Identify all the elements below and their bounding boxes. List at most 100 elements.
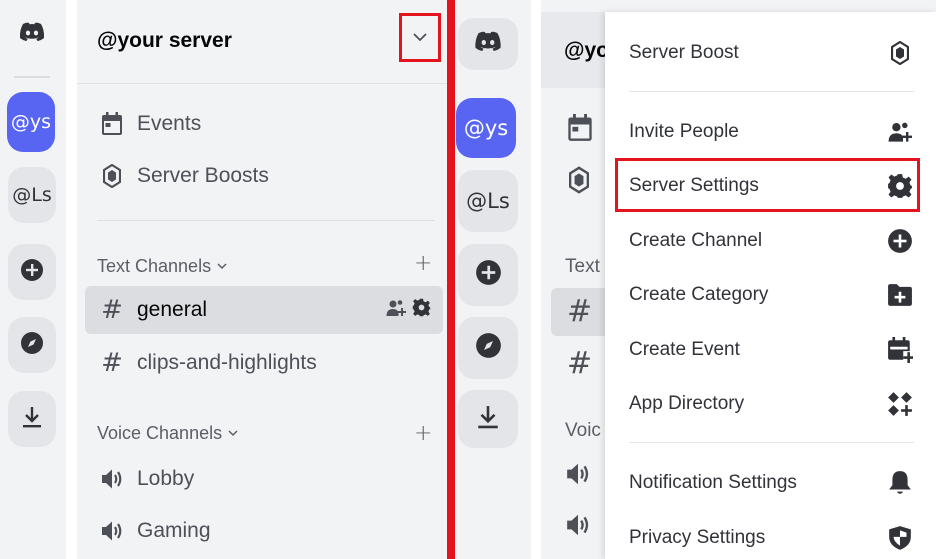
shield-icon [886,525,914,551]
explore-button[interactable] [458,317,518,379]
server-boosts-item[interactable]: Server Boosts [85,152,439,200]
explore-icon [20,331,44,360]
gear-icon [886,173,914,199]
menu-item-label: Create Category [629,284,769,305]
server-rail: @ys @Ls [0,0,66,559]
events-label: Events [137,112,202,135]
text-category-label: Text Channels [97,255,212,276]
calendar-icon [97,112,127,136]
menu-item-create-channel[interactable]: Create Channel [629,219,914,263]
invite-people-icon[interactable] [386,299,406,322]
explore-icon [475,332,502,364]
discord-logo-icon [474,31,502,57]
voice-channel-lobby[interactable]: Lobby [85,455,443,503]
channel-sidebar: @your server Events Server Boosts Text C… [77,0,447,559]
channel-actions [386,298,431,322]
menu-item-label: App Directory [629,393,745,414]
menu-item-server-settings[interactable]: Server Settings [629,164,914,208]
discord-logo-icon [19,22,45,47]
menu-item-label: Create Event [629,339,740,360]
voice-category-label: Voice Channels [97,422,223,443]
voice-channel-gaming[interactable]: Gaming [85,507,443,555]
download-apps-button[interactable] [458,390,518,448]
server-header[interactable]: @your server [77,0,447,84]
hash-glyph: # [101,348,123,378]
hash-icon: # [97,295,127,325]
voice-channels-category[interactable]: Voic [565,420,601,442]
menu-item-label: Notification Settings [629,472,797,493]
right-screenshot-panel: @ys @Ls @yo Text # # Voic Server Boost I… [455,0,936,559]
menu-item-label: Invite People [629,121,739,142]
add-server-button[interactable] [8,244,56,300]
server-name: @yo [564,39,609,62]
download-apps-button[interactable] [8,391,56,447]
hash-icon: # [567,294,593,329]
add-server-icon [20,258,44,287]
server-icon-ls[interactable]: @Ls [8,167,56,223]
server-dropdown-menu: Server Boost Invite People Server Settin… [605,12,936,559]
rail-separator [14,76,50,78]
calendar-icon [567,114,593,147]
server-menu-toggle[interactable] [399,13,441,62]
hash-icon: # [97,348,127,378]
red-divider [447,0,455,559]
speaker-icon [97,468,127,490]
plus-circle-icon [886,228,914,254]
download-icon [476,404,500,435]
speaker-icon [565,513,591,542]
menu-item-label: Privacy Settings [629,527,766,548]
server-icon-ys[interactable]: @ys [7,92,55,152]
channel-label: Lobby [137,467,195,490]
text-channels-category[interactable]: Text Channels [97,254,227,278]
menu-item-notification-settings[interactable]: Notification Settings [629,461,914,505]
server-icon-label: @ys [463,116,509,140]
channel-clips-and-highlights[interactable]: # clips-and-highlights [85,339,443,387]
server-icon-label: @Ls [466,189,510,213]
speaker-icon [97,520,127,542]
add-server-button[interactable] [458,244,518,306]
menu-item-label: Server Settings [629,175,759,196]
events-item[interactable]: Events [85,100,439,148]
gear-icon[interactable] [412,298,431,322]
menu-item-app-directory[interactable]: App Directory [629,382,914,426]
discord-home-button[interactable] [8,10,56,58]
menu-item-label: Create Channel [629,230,763,251]
server-icon-label: @Ls [12,184,52,206]
menu-item-invite-people[interactable]: Invite People [629,110,914,154]
sidebar-divider [97,220,435,221]
hash-icon: # [567,346,593,381]
bell-icon [886,470,914,496]
menu-item-create-event[interactable]: Create Event [629,328,914,372]
create-voice-channel-icon[interactable]: + [414,421,432,446]
folder-plus-icon [886,283,914,307]
menu-item-label: Server Boost [629,42,739,63]
calendar-plus-icon [886,337,914,363]
chevron-down-icon [413,29,427,47]
server-boosts-label: Server Boosts [137,164,269,187]
left-screenshot-panel: @ys @Ls @your server Events Server Boost… [0,0,447,559]
voice-channels-category[interactable]: Voice Channels [97,421,238,445]
server-icon-ys[interactable]: @ys [456,98,516,158]
menu-item-create-category[interactable]: Create Category [629,273,914,317]
apps-icon [886,391,914,417]
server-icon-ls[interactable]: @Ls [458,170,518,232]
channel-label: clips-and-highlights [137,351,317,374]
server-icon-label: @ys [10,111,52,133]
text-channels-category[interactable]: Text [565,256,600,278]
channel-label: Gaming [137,519,211,542]
create-text-channel-icon[interactable]: + [414,251,432,276]
invite-people-icon [886,121,914,143]
explore-button[interactable] [8,317,56,373]
chevron-down-icon [228,426,238,440]
channel-label: general [137,298,208,321]
server-rail: @ys @Ls [455,0,531,559]
discord-home-button[interactable] [458,18,518,70]
add-server-icon [475,259,502,291]
menu-separator [629,91,914,92]
channel-general[interactable]: # general [85,286,443,334]
speaker-icon [565,462,591,491]
boost-icon [97,164,127,188]
menu-item-privacy-settings[interactable]: Privacy Settings [629,516,914,559]
hash-glyph: # [101,295,123,325]
menu-item-server-boost[interactable]: Server Boost [629,31,914,75]
